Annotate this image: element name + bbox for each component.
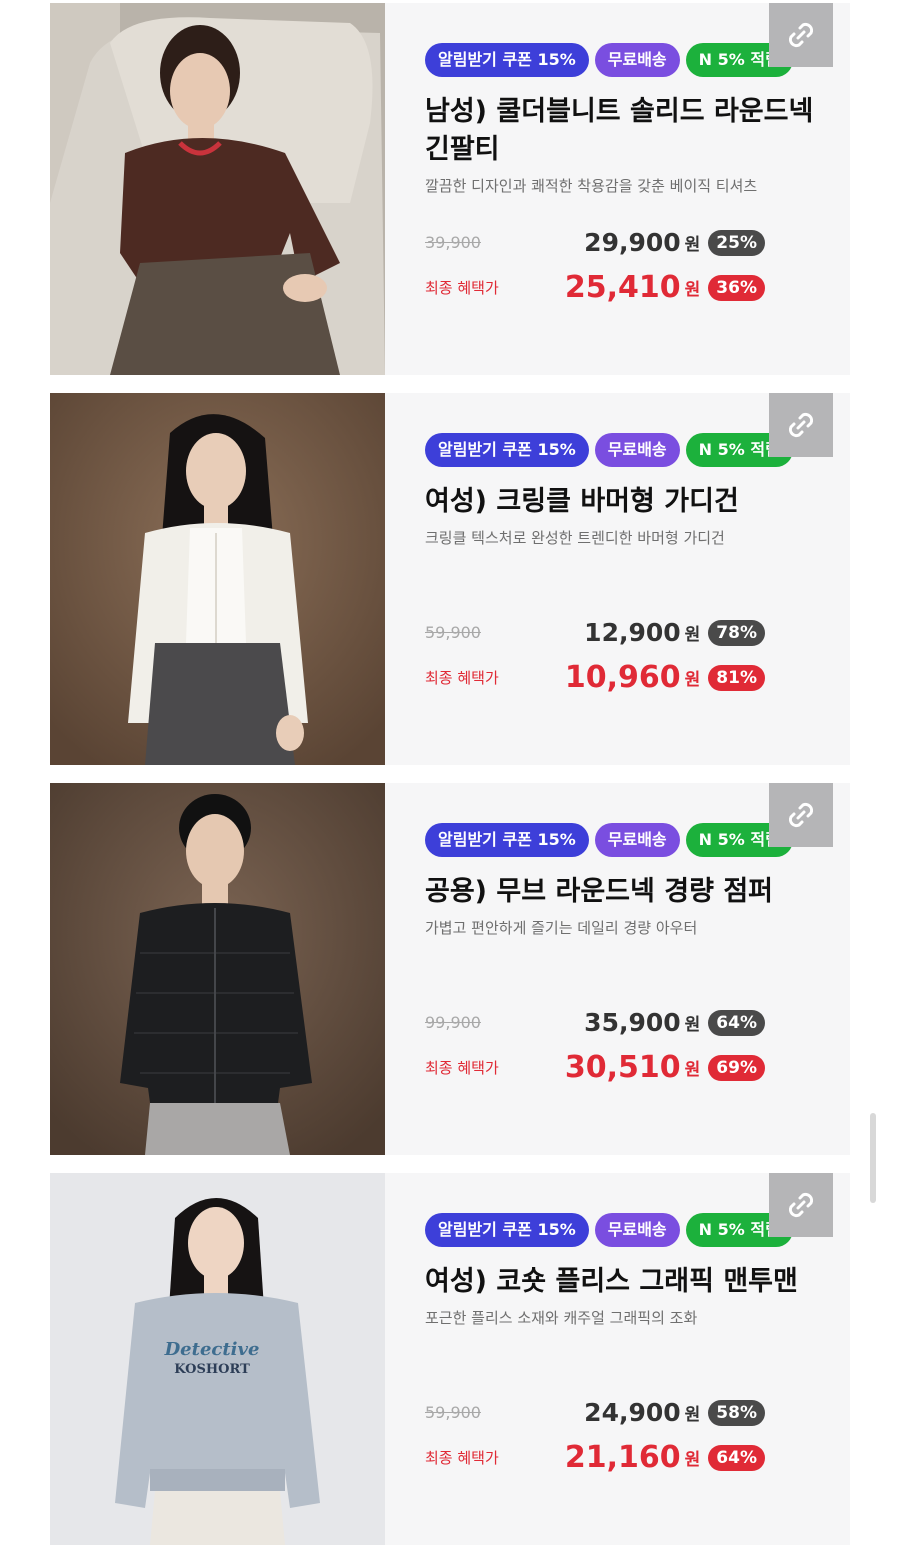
product-title[interactable]: 남성) 쿨더블니트 솔리드 라운드넥 긴팔티 — [425, 93, 825, 169]
final-price: 21,160 — [564, 1440, 681, 1475]
model-photo-man-puffer-jacket — [50, 783, 385, 1155]
share-link-button[interactable] — [769, 393, 833, 457]
sale-price-row: 39,900 29,900 원 25% — [425, 228, 765, 257]
currency-label: 원 — [684, 235, 701, 255]
original-price: 99,900 — [425, 1013, 481, 1032]
final-price-row: 최종 혜택가 21,160 원 64% — [425, 1440, 765, 1475]
product-info: 알림받기 쿠폰 15% 무료배송 N 5% 적립 남성) 쿨더블니트 솔리드 라… — [385, 3, 850, 375]
sweatshirt-graphic-line1: Detective — [164, 1339, 260, 1360]
product-image[interactable]: Detective KOSHORT — [50, 1173, 385, 1545]
link-icon — [788, 1192, 814, 1218]
coupon-badge[interactable]: 알림받기 쿠폰 15% — [425, 823, 589, 857]
final-price: 10,960 — [564, 660, 681, 695]
scrollbar[interactable] — [870, 1113, 876, 1203]
sale-price-row: 59,900 24,900 원 58% — [425, 1398, 765, 1427]
product-description: 깔끔한 디자인과 쾌적한 착용감을 갖춘 베이직 티셔츠 — [425, 177, 758, 195]
final-discount-badge: 81% — [708, 664, 765, 691]
product-image[interactable] — [50, 783, 385, 1155]
product-description: 크링클 텍스처로 완성한 트렌디한 바머형 가디건 — [425, 529, 725, 547]
share-link-button[interactable] — [769, 1173, 833, 1237]
original-price: 59,900 — [425, 1403, 481, 1422]
original-price: 39,900 — [425, 233, 481, 252]
final-price: 25,410 — [564, 270, 681, 305]
product-info: 알림받기 쿠폰 15% 무료배송 N 5% 적립 공용) 무브 라운드넥 경량 … — [385, 783, 850, 1155]
product-card[interactable]: 알림받기 쿠폰 15% 무료배송 N 5% 적립 공용) 무브 라운드넥 경량 … — [50, 783, 850, 1155]
coupon-badge[interactable]: 알림받기 쿠폰 15% — [425, 43, 589, 77]
product-card[interactable]: Detective KOSHORT 알림받기 쿠폰 15% 무료배송 N 5% … — [50, 1173, 850, 1545]
sale-price-row: 99,900 35,900 원 64% — [425, 1008, 765, 1037]
sale-price: 12,900 — [584, 618, 681, 647]
currency-label: 원 — [684, 1015, 701, 1035]
final-discount-badge: 36% — [708, 274, 765, 301]
final-price-row: 최종 혜택가 10,960 원 81% — [425, 660, 765, 695]
sale-discount-badge: 78% — [708, 619, 765, 646]
final-price-label: 최종 혜택가 — [425, 1449, 499, 1467]
product-title[interactable]: 여성) 크링클 바머형 가디건 — [425, 483, 825, 521]
sale-discount-badge: 58% — [708, 1399, 765, 1426]
sale-price: 24,900 — [584, 1398, 681, 1427]
currency-label: 원 — [684, 625, 701, 645]
final-discount-badge: 64% — [708, 1444, 765, 1471]
currency-label: 원 — [684, 670, 701, 690]
final-price-label: 최종 혜택가 — [425, 669, 499, 687]
model-photo-woman-cardigan — [50, 393, 385, 765]
final-price-row: 최종 혜택가 30,510 원 69% — [425, 1050, 765, 1085]
coupon-badge[interactable]: 알림받기 쿠폰 15% — [425, 433, 589, 467]
product-image[interactable] — [50, 393, 385, 765]
sale-price: 29,900 — [584, 228, 681, 257]
product-title[interactable]: 공용) 무브 라운드넥 경량 점퍼 — [425, 873, 825, 911]
model-photo-man-sweater — [50, 3, 385, 375]
final-discount-badge: 69% — [708, 1054, 765, 1081]
product-description: 가볍고 편안하게 즐기는 데일리 경량 아우터 — [425, 919, 698, 937]
product-info: 알림받기 쿠폰 15% 무료배송 N 5% 적립 여성) 크링클 바머형 가디건… — [385, 393, 850, 765]
model-photo-woman-sweatshirt: Detective KOSHORT — [50, 1173, 385, 1545]
sale-price: 35,900 — [584, 1008, 681, 1037]
free-shipping-badge: 무료배송 — [594, 823, 680, 857]
currency-label: 원 — [684, 1060, 701, 1080]
currency-label: 원 — [684, 280, 701, 300]
share-link-button[interactable] — [769, 3, 833, 67]
currency-label: 원 — [684, 1450, 701, 1470]
original-price: 59,900 — [425, 623, 481, 642]
final-price-row: 최종 혜택가 25,410 원 36% — [425, 270, 765, 305]
product-title[interactable]: 여성) 코숏 플리스 그래픽 맨투맨 — [425, 1263, 825, 1301]
final-price: 30,510 — [564, 1050, 681, 1085]
link-icon — [788, 412, 814, 438]
free-shipping-badge: 무료배송 — [594, 433, 680, 467]
link-icon — [788, 22, 814, 48]
free-shipping-badge: 무료배송 — [594, 1213, 680, 1247]
free-shipping-badge: 무료배송 — [594, 43, 680, 77]
currency-label: 원 — [684, 1405, 701, 1425]
product-description: 포근한 플리스 소재와 캐주얼 그래픽의 조화 — [425, 1309, 698, 1327]
link-icon — [788, 802, 814, 828]
sale-price-row: 59,900 12,900 원 78% — [425, 618, 765, 647]
share-link-button[interactable] — [769, 783, 833, 847]
coupon-badge[interactable]: 알림받기 쿠폰 15% — [425, 1213, 589, 1247]
product-card[interactable]: 알림받기 쿠폰 15% 무료배송 N 5% 적립 남성) 쿨더블니트 솔리드 라… — [50, 3, 850, 375]
final-price-label: 최종 혜택가 — [425, 279, 499, 297]
sale-discount-badge: 25% — [708, 229, 765, 256]
final-price-label: 최종 혜택가 — [425, 1059, 499, 1077]
sale-discount-badge: 64% — [708, 1009, 765, 1036]
product-image[interactable] — [50, 3, 385, 375]
sweatshirt-graphic-line2: KOSHORT — [174, 1362, 250, 1377]
product-info: 알림받기 쿠폰 15% 무료배송 N 5% 적립 여성) 코숏 플리스 그래픽 … — [385, 1173, 850, 1545]
product-card[interactable]: 알림받기 쿠폰 15% 무료배송 N 5% 적립 여성) 크링클 바머형 가디건… — [50, 393, 850, 765]
